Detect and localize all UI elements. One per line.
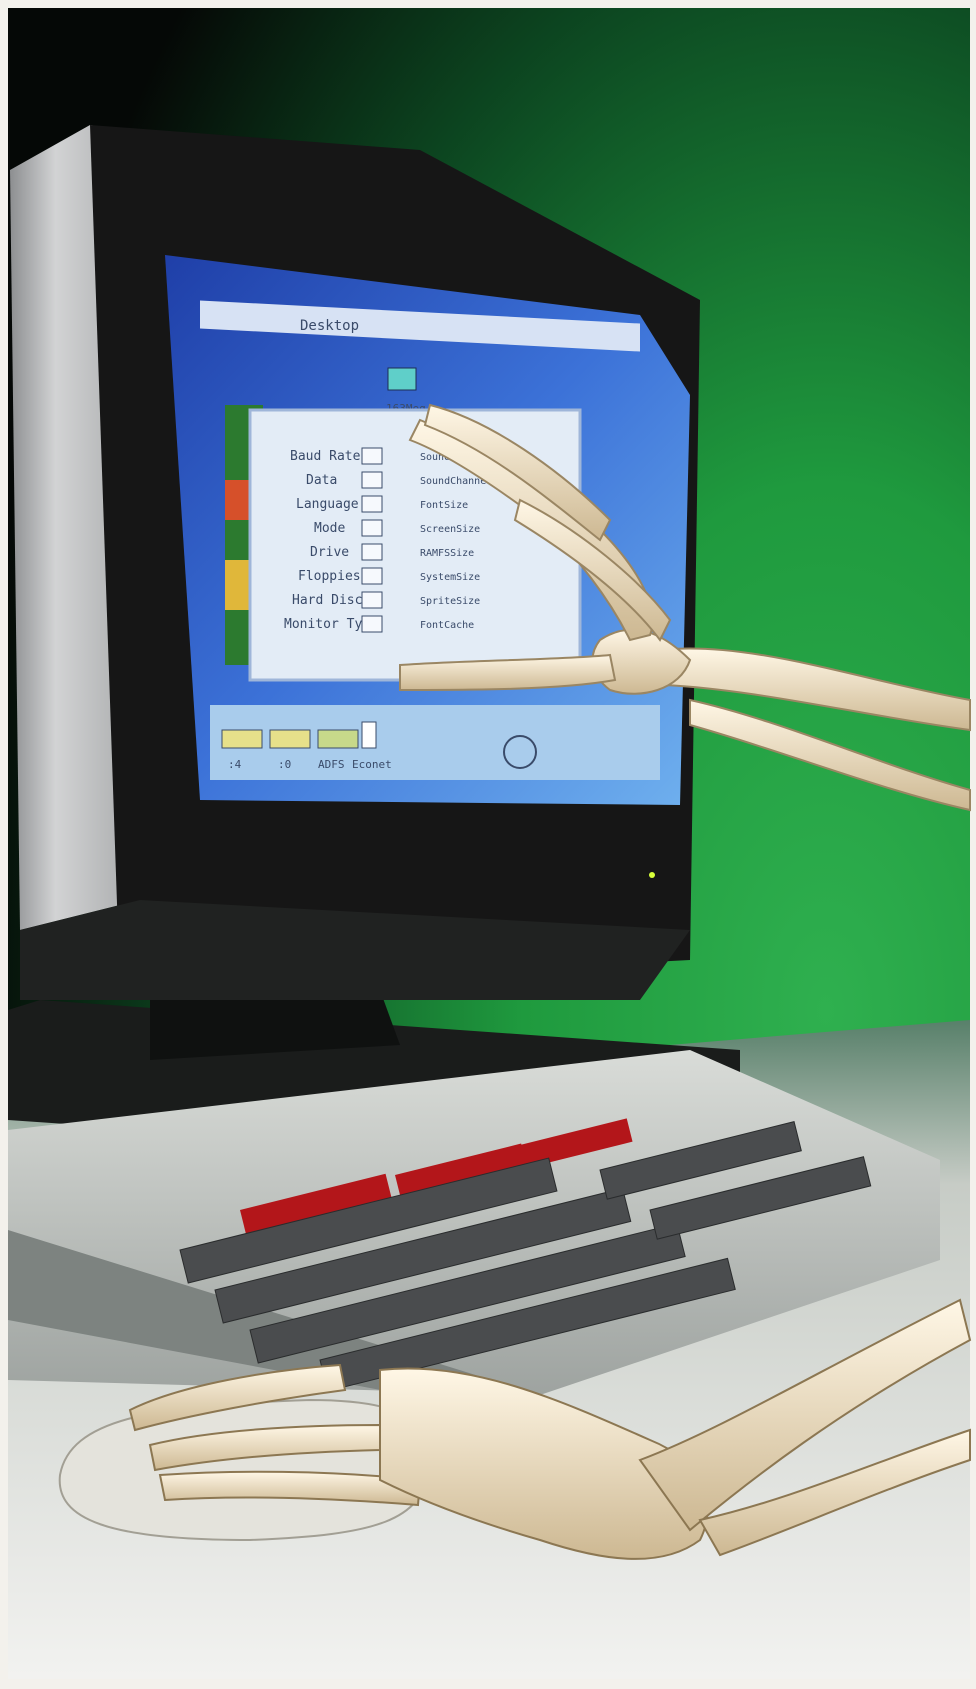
config-label-0: Baud Rate (290, 449, 361, 464)
config-value-6: SpriteSize (420, 596, 480, 607)
photograph: Desktop 163Meg Baud Rate Data Language M… (0, 0, 976, 1689)
config-label-3: Mode (314, 521, 345, 536)
econet-icon (361, 721, 377, 749)
icon-bar-label-1: :0 (278, 758, 291, 771)
disc-icon (387, 367, 417, 391)
drive-4-icon (221, 729, 263, 749)
config-value-4: RAMFSSize (420, 548, 474, 559)
icon-bar-label-2: ADFS (318, 758, 345, 771)
desktop-title: Desktop (300, 318, 359, 334)
config-value-3: ScreenSize (420, 524, 480, 535)
drive-0-icon (269, 729, 311, 749)
config-value-2: FontSize (420, 500, 468, 511)
config-label-4: Drive (310, 545, 349, 560)
config-value-5: SystemSize (420, 572, 480, 583)
adfs-icon (317, 729, 359, 749)
icon-bar-label-0: :4 (228, 758, 242, 771)
config-label-1: Data (306, 473, 337, 488)
config-value-7: FontCache (420, 620, 474, 631)
icon-bar-label-3: Econet (352, 758, 392, 771)
power-led (649, 872, 655, 878)
config-label-6: Hard Discs (292, 593, 370, 608)
config-label-5: Floppies (298, 569, 361, 584)
config-label-2: Language (296, 497, 359, 512)
